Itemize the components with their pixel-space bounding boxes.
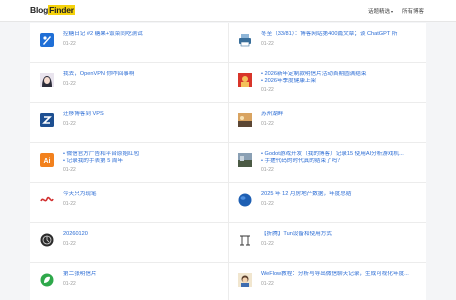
post-date: 01-22 [261, 241, 274, 247]
top-navbar: BlogFinder 话题精选▾ 所有博客 [0, 0, 456, 22]
post-title[interactable]: 冬至（33/81）：博客网站第400篇文章；谈 ChatGPT 所 [261, 31, 419, 38]
post-card[interactable]: 20260120 01-22 [30, 223, 228, 263]
anime-avatar-icon [40, 73, 54, 87]
post-card[interactable]: 我去，OpenVPN 你咋回事啊 01-22 [30, 63, 228, 103]
post-card[interactable]: 苏州湖畔 01-22 [228, 103, 426, 143]
post-row: 我去，OpenVPN 你咋回事啊 01-22 • 2026新年定制款明信片活动首… [30, 63, 426, 103]
all-blogs-link[interactable]: 所有博客 [402, 7, 424, 15]
post-date: 01-22 [63, 81, 76, 87]
brand-prefix: Blog [30, 5, 49, 15]
post-card[interactable]: 【折腾】Tun设备和使用方式 01-22 [228, 223, 426, 263]
z-letter-icon [40, 113, 54, 127]
post-title[interactable]: WeFlow教程：分析与导出微信聊天记录，生成可视化年度... [261, 271, 419, 278]
green-leaf-icon [40, 273, 54, 287]
post-date: 01-22 [261, 167, 274, 173]
post-title-line[interactable]: • Godot游戏开发（我的博客）记录15 使用AI分析游戏机... [261, 151, 419, 158]
sunset-photo-icon [238, 113, 252, 127]
post-title-line[interactable]: • 记录我的手表第 5 周年 [63, 158, 221, 165]
post-card[interactable]: Ai • 微信官方广告和平台原始红包 • 记录我的手表第 5 周年 01-22 [30, 143, 228, 183]
topics-dropdown-label: 话题精选 [368, 9, 391, 15]
post-date: 01-22 [261, 121, 274, 127]
post-title[interactable]: 2025 年 12 月房地产数据，年度总结 [261, 191, 419, 198]
cartoon-avatar-icon [238, 273, 252, 287]
post-title-line[interactable]: • 微信官方广告和平台原始红包 [63, 151, 221, 158]
blue-globe-icon [238, 193, 252, 207]
post-row: 20260120 01-22 【折腾】Tun设备和使用方式 01-22 [30, 223, 426, 263]
post-title[interactable]: 今天只为现笔 [63, 191, 221, 198]
post-title[interactable]: • 2026新年定制款明信片活动首期圆满结束 • 2026年季度健康上架 [261, 71, 419, 85]
topics-dropdown[interactable]: 话题精选▾ [368, 7, 393, 15]
post-date: 01-22 [261, 87, 274, 93]
brand-highlight: Finder [48, 5, 75, 15]
blue-rocket-icon [40, 33, 54, 47]
post-date: 01-22 [261, 41, 274, 47]
red-avatar-icon [238, 73, 252, 87]
post-row: 控糖日记 #2 糖果+饭菜同吃测试 01-22 冬至（33/81）：博客网站第4… [30, 23, 426, 63]
post-title[interactable]: 苏州湖畔 [261, 111, 419, 118]
ai-badge-icon: Ai [40, 153, 54, 167]
post-row: Ai • 微信官方广告和平台原始红包 • 记录我的手表第 5 周年 01-22 … [30, 143, 426, 183]
post-title[interactable]: • 微信官方广告和平台原始红包 • 记录我的手表第 5 周年 [63, 151, 221, 165]
post-date: 01-22 [63, 41, 76, 47]
svg-text:Ai: Ai [44, 158, 51, 165]
post-card[interactable]: 迁移博客到 VPS 01-22 [30, 103, 228, 143]
post-title[interactable]: • Godot游戏开发（我的博客）记录15 使用AI分析游戏机... • 手搓代… [261, 151, 419, 165]
post-date: 01-22 [63, 281, 76, 287]
post-title[interactable]: 第二张明信片 [63, 271, 221, 278]
post-card[interactable]: 2025 年 12 月房地产数据，年度总结 01-22 [228, 183, 426, 223]
post-card[interactable]: 第二张明信片 01-22 [30, 263, 228, 300]
post-title[interactable]: 我去，OpenVPN 你咋回事啊 [63, 71, 221, 78]
post-date: 01-22 [261, 281, 274, 287]
post-title-line[interactable]: • 2026年季度健康上架 [261, 78, 419, 85]
post-date: 01-22 [63, 121, 76, 127]
post-title[interactable]: 【折腾】Tun设备和使用方式 [261, 231, 419, 238]
post-row: 今天只为现笔 01-22 2025 年 12 月房地产数据，年度总结 01-22 [30, 183, 426, 223]
post-title-line[interactable]: • 2026新年定制款明信片活动首期圆满结束 [261, 71, 419, 78]
post-card[interactable]: 今天只为现笔 01-22 [30, 183, 228, 223]
post-card[interactable]: • 2026新年定制款明信片活动首期圆满结束 • 2026年季度健康上架 01-… [228, 63, 426, 103]
post-date: 01-22 [63, 201, 76, 207]
post-card[interactable]: 冬至（33/81）：博客网站第400篇文章；谈 ChatGPT 所 01-22 [228, 23, 426, 63]
caret-down-icon: ▾ [391, 9, 394, 14]
post-row: 迁移博客到 VPS 01-22 苏州湖畔 01-22 [30, 103, 426, 143]
dark-avatar-icon [40, 233, 54, 247]
post-row: 第二张明信片 01-22 WeFlow教程：分析与导出微信聊天记录，生成可视化年… [30, 263, 426, 300]
post-card[interactable]: WeFlow教程：分析与导出微信聊天记录，生成可视化年度... 01-22 [228, 263, 426, 300]
post-title-line[interactable]: • 手搓代码的时代真的结束了吗？ [261, 158, 419, 165]
post-title[interactable]: 20260120 [63, 231, 221, 238]
post-grid: 控糖日记 #2 糖果+饭菜同吃测试 01-22 冬至（33/81）：博客网站第4… [30, 23, 426, 300]
printer-icon [238, 33, 252, 47]
post-card[interactable]: 控糖日记 #2 糖果+饭菜同吃测试 01-22 [30, 23, 228, 63]
post-title[interactable]: 控糖日记 #2 糖果+饭菜同吃测试 [63, 31, 221, 38]
post-date: 01-22 [63, 167, 76, 173]
post-card[interactable]: • Godot游戏开发（我的博客）记录15 使用AI分析游戏机... • 手搓代… [228, 143, 426, 183]
post-date: 01-22 [261, 201, 274, 207]
red-squiggle-logo-icon [40, 193, 54, 207]
frame-outline-icon [238, 233, 252, 247]
post-date: 01-22 [63, 241, 76, 247]
landscape-photo-icon [238, 153, 252, 167]
post-title[interactable]: 迁移博客到 VPS [63, 111, 221, 118]
site-logo[interactable]: BlogFinder [30, 5, 75, 15]
